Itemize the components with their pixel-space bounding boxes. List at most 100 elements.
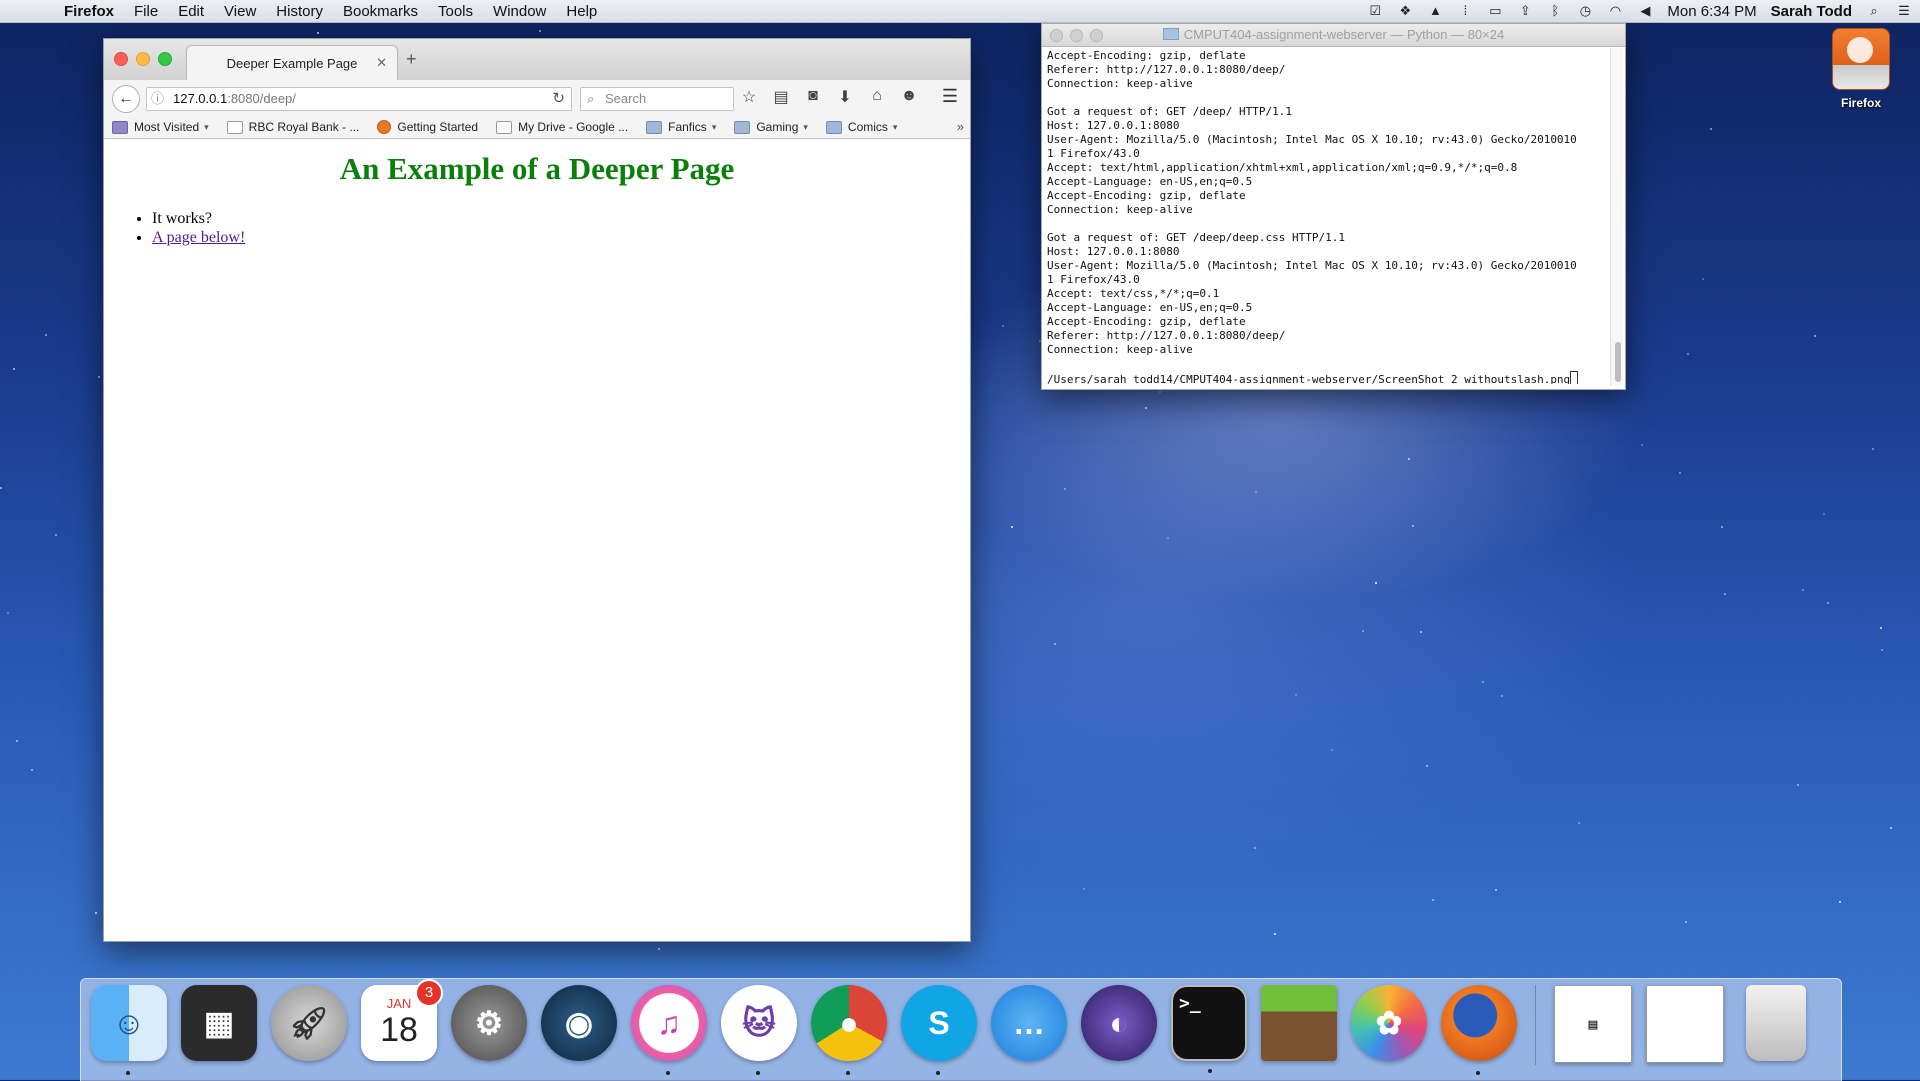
up-icon[interactable]: ⇪ (1517, 4, 1533, 18)
minimized-window-finder-icon[interactable] (1646, 985, 1724, 1063)
user-name[interactable]: Sarah Todd (1771, 3, 1852, 20)
menu-bookmarks[interactable]: Bookmarks (333, 3, 428, 20)
scrollbar-thumb[interactable] (1615, 342, 1621, 382)
bookmark-item[interactable]: Comics ▾ (825, 120, 897, 134)
photos-icon[interactable]: ✿ (1351, 985, 1427, 1061)
terminal-line: Host: 127.0.0.1:8080 (1047, 245, 1607, 259)
menu-window[interactable]: Window (483, 3, 556, 20)
url-bar[interactable]: ⓘ 127.0.0.1:8080/deep/ ↻ (146, 87, 572, 111)
bookmark-item[interactable]: Fanfics ▾ (646, 120, 716, 134)
terminal-icon[interactable]: >_ (1171, 985, 1247, 1073)
launchpad-icon[interactable]: 🚀︎ (271, 985, 347, 1061)
notification-center-icon[interactable]: ☰ (1896, 4, 1912, 18)
terminal-line-text: Referer: http://127.0.0.1:8080/deep/ (1047, 63, 1286, 76)
minimized-window-chrome-icon[interactable]: ▤ (1554, 985, 1632, 1063)
star (1002, 325, 1004, 327)
display-icon[interactable]: ▭ (1487, 4, 1503, 18)
terminal-line-text: Host: 127.0.0.1:8080 (1047, 245, 1180, 258)
menu-tools[interactable]: Tools (428, 3, 483, 20)
search-placeholder: Search (605, 91, 647, 106)
page-below-link[interactable]: A page below! (152, 229, 245, 246)
bookmark-item[interactable]: Gaming ▾ (734, 120, 808, 134)
volume-icon[interactable]: ◀ (1637, 4, 1653, 18)
bookmarks-overflow-icon[interactable]: » (957, 119, 964, 134)
menu-history[interactable]: History (266, 3, 333, 20)
terminal-line: Host: 127.0.0.1:8080 (1047, 119, 1607, 133)
terminal-output[interactable]: Accept-Encoding: gzip, deflate Referer: h… (1047, 49, 1607, 384)
close-window-button[interactable] (1050, 29, 1063, 42)
github-icon[interactable]: 🐱︎ (721, 985, 797, 1075)
reload-icon[interactable]: ↻ (552, 88, 565, 110)
toolbar-buttons: ☆ ▤ ◙ ⬇ ⌂ ☻ (740, 87, 918, 107)
bookmark-star-icon[interactable]: ☆ (740, 87, 758, 107)
folder-icon (646, 120, 663, 134)
steam-icon[interactable]: ◉ (541, 985, 617, 1061)
star (1890, 827, 1892, 829)
star (1274, 933, 1276, 935)
terminal-line-text: Accept: text/html,application/xhtml+xml,… (1047, 161, 1518, 174)
search-input[interactable]: ⌕ Search (580, 87, 734, 111)
firefox-icon[interactable] (1441, 985, 1517, 1075)
calendar-day: 18 (380, 1010, 418, 1049)
hello-chat-icon[interactable]: ☻ (900, 87, 918, 107)
finder-icon[interactable]: ☺ (91, 985, 167, 1075)
calendar-badge: 3 (415, 979, 443, 1007)
desktop-item-label: Firefox (1840, 96, 1881, 110)
wifi-icon[interactable]: ◠ (1607, 4, 1623, 18)
dropbox-icon[interactable]: ❖ (1397, 4, 1413, 18)
spotlight-icon[interactable]: ⌕ (1866, 4, 1882, 18)
zoom-window-button[interactable] (1090, 29, 1103, 42)
bookmark-label: Most Visited (134, 120, 200, 134)
terminal-cursor (1570, 371, 1579, 384)
browser-window: Deeper Example Page ✕ + ← ⓘ 127.0.0.1:80… (103, 38, 971, 942)
site-info-icon[interactable]: ⓘ (151, 88, 164, 110)
terminal-line: Got a request of: GET /deep/ HTTP/1.1 (1047, 105, 1607, 119)
star (1802, 589, 1804, 591)
back-button[interactable]: ← (112, 85, 140, 113)
star (0, 487, 2, 489)
skype-icon[interactable]: S (901, 985, 977, 1075)
zoom-window-button[interactable] (158, 52, 172, 66)
trash-icon[interactable] (1746, 985, 1806, 1061)
bookmark-item[interactable]: Getting Started (377, 120, 478, 134)
pocket-icon[interactable]: ◙ (804, 87, 822, 107)
calendar-icon[interactable]: JAN 18 3 (361, 979, 443, 1061)
bookmark-item[interactable]: RBC Royal Bank - ... (226, 120, 359, 134)
hamburger-menu-icon[interactable]: ☰ (942, 86, 958, 107)
menu-view[interactable]: View (214, 3, 266, 20)
terminal-line-text: /Users/sarah_todd14/CMPUT404-assignment-… (1047, 373, 1571, 384)
time-machine-icon[interactable]: ◷ (1577, 4, 1593, 18)
menu-edit[interactable]: Edit (168, 3, 214, 20)
new-tab-icon[interactable]: + (406, 49, 417, 70)
star (1420, 631, 1422, 633)
terminal-line: Accept-Encoding: gzip, deflate (1047, 49, 1607, 63)
minimize-window-button[interactable] (136, 52, 150, 66)
mission-control-icon[interactable]: ▦ (181, 985, 257, 1061)
tab-active[interactable]: Deeper Example Page ✕ (186, 45, 398, 81)
home-icon[interactable]: ⌂ (868, 87, 886, 107)
chrome-icon[interactable]: ● (811, 985, 887, 1075)
itunes-icon[interactable]: ♫ (631, 985, 707, 1075)
eclipse-icon[interactable]: ◐ (1081, 985, 1157, 1061)
terminal-scrollbar[interactable] (1610, 48, 1623, 386)
checkbox-icon[interactable]: ☑ (1367, 4, 1383, 18)
list-item-text: It works? (152, 210, 212, 227)
close-tab-icon[interactable]: ✕ (376, 55, 387, 71)
menu-file[interactable]: File (124, 3, 168, 20)
minecraft-icon[interactable] (1261, 985, 1337, 1061)
bluetooth-icon[interactable]: ᛒ (1547, 4, 1563, 18)
messages-icon[interactable]: … (991, 985, 1067, 1061)
drive-icon[interactable]: ▲ (1427, 4, 1443, 18)
download-icon[interactable]: ⬇ (836, 87, 854, 107)
bookmark-item[interactable]: Most Visited ▾ (112, 120, 209, 134)
reading-list-icon[interactable]: ▤ (772, 87, 790, 107)
bookmark-item[interactable]: My Drive - Google ... (496, 120, 628, 134)
close-window-button[interactable] (114, 52, 128, 66)
desktop-item-firefox[interactable]: Firefox (1826, 28, 1896, 110)
clock[interactable]: Mon 6:34 PM (1667, 3, 1756, 20)
menu-app-name[interactable]: Firefox (54, 3, 124, 20)
grid-icon[interactable]: ⁞ (1457, 4, 1473, 18)
menu-help[interactable]: Help (556, 3, 607, 20)
minimize-window-button[interactable] (1070, 29, 1083, 42)
system-preferences-icon[interactable]: ⚙ (451, 985, 527, 1061)
